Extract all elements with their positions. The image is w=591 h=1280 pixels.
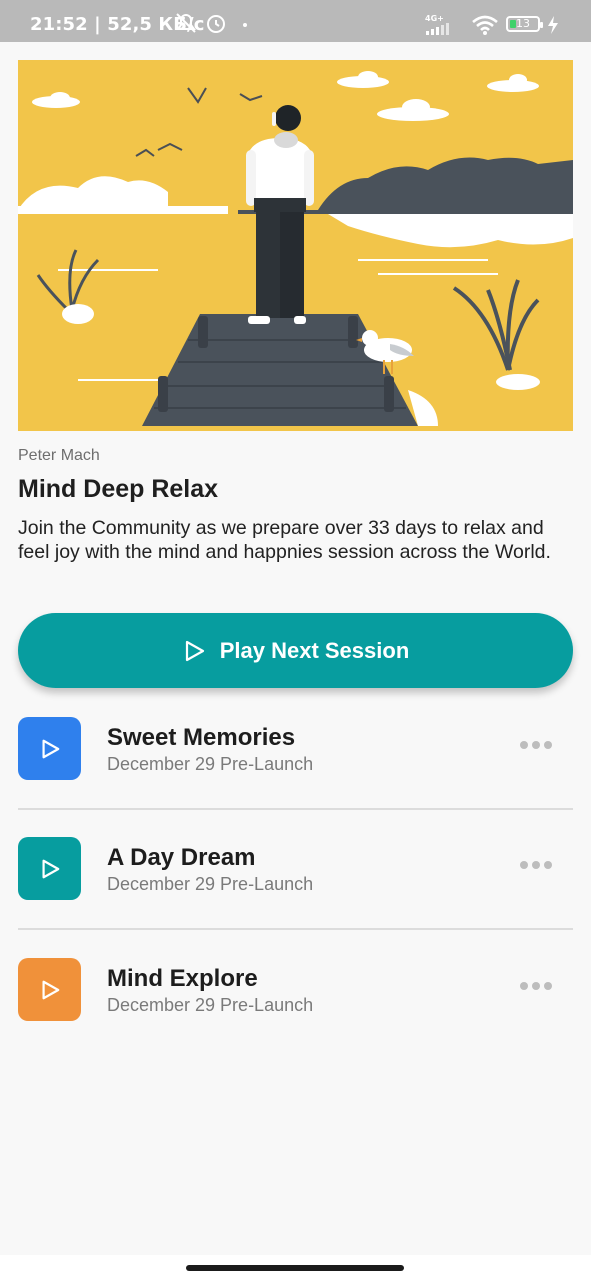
play-outline-icon: [41, 980, 59, 999]
session-title: Sweet Memories: [107, 724, 296, 751]
battery-icon: 13: [506, 16, 540, 32]
charging-icon: [548, 16, 558, 34]
more-options-icon[interactable]: [519, 739, 553, 751]
play-next-session-button[interactable]: Play Next Session: [18, 613, 573, 688]
meditation-illustration-icon: [18, 60, 573, 431]
status-icons: [176, 13, 247, 33]
session-subtitle: December 29 Pre-Launch: [107, 995, 314, 1015]
session-play-thumb[interactable]: [18, 958, 81, 1021]
notifications-off-icon: [176, 13, 196, 33]
session-play-thumb[interactable]: [18, 717, 81, 780]
hero-image: [18, 60, 573, 431]
session-subtitle: December 29 Pre-Launch: [107, 874, 314, 894]
session-item-sweet-memories[interactable]: Sweet Memories December 29 Pre-Launch: [18, 717, 573, 781]
author-name: Peter Mach: [18, 447, 100, 464]
battery-level: 13: [516, 17, 530, 30]
more-options-icon[interactable]: [519, 980, 553, 992]
play-outline-icon: [41, 859, 59, 878]
session-play-thumb[interactable]: [18, 837, 81, 900]
signal-icon: [426, 23, 449, 35]
play-outline-icon: [41, 739, 59, 758]
divider: [18, 808, 573, 810]
dot-icon: [243, 23, 247, 27]
divider: [18, 928, 573, 930]
session-item-mind-explore[interactable]: Mind Explore December 29 Pre-Launch: [18, 958, 573, 1022]
session-title: A Day Dream: [107, 844, 256, 871]
status-bar: 21:52 | 52,5 КБ/с 4G+ 13: [0, 0, 591, 42]
session-item-a-day-dream[interactable]: A Day Dream December 29 Pre-Launch: [18, 837, 573, 901]
status-right: 4G+ 13: [425, 10, 563, 38]
description: Join the Community as we prepare over 33…: [18, 517, 551, 563]
session-subtitle: December 29 Pre-Launch: [107, 754, 314, 774]
alarm-icon: [207, 15, 225, 33]
play-outline-icon: [185, 640, 204, 661]
session-title: Mind Explore: [107, 965, 258, 992]
home-indicator[interactable]: [186, 1265, 404, 1271]
wifi-icon: [472, 15, 498, 35]
play-button-label: Play Next Session: [219, 637, 410, 663]
page-title: Mind Deep Relax: [18, 475, 219, 503]
more-options-icon[interactable]: [519, 859, 553, 871]
